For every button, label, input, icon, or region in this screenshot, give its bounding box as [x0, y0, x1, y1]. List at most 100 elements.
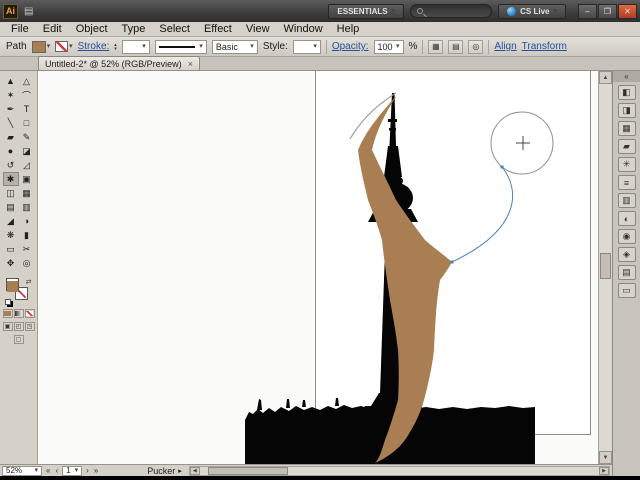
gradient-tool[interactable]: ▥ [19, 200, 35, 214]
fill-swatch[interactable] [5, 278, 19, 292]
close-button[interactable]: ✕ [618, 3, 637, 19]
eraser-tool[interactable]: ◪ [19, 144, 35, 158]
status-popup-icon[interactable]: ▸ [178, 467, 182, 475]
scroll-left-icon[interactable]: ◀ [189, 466, 200, 475]
line-segment-tool[interactable]: ╲ [3, 116, 19, 130]
menu-type[interactable]: Type [115, 23, 153, 35]
scroll-up-icon[interactable]: ▲ [599, 71, 612, 84]
fill-color-control[interactable]: ▾ [31, 40, 50, 53]
opacity-panel-link[interactable]: Opacity: [332, 41, 369, 52]
cs-live-button[interactable]: CS Live ▾ [498, 3, 566, 19]
selection-tool[interactable]: ▲ [3, 74, 19, 88]
hand-tool[interactable]: ✥ [3, 256, 19, 270]
brush-definition-combo[interactable]: Basic ▾ [211, 39, 258, 54]
appearance-panel-icon[interactable]: ◉ [617, 229, 636, 244]
artboards-panel-icon[interactable]: ▭ [617, 283, 636, 298]
stroke-weight-combo[interactable]: ▾ [121, 39, 150, 54]
menu-window[interactable]: Window [277, 23, 330, 35]
draw-inside-button[interactable]: ◳ [24, 322, 35, 331]
swap-fill-stroke-icon[interactable]: ⇄ [26, 278, 32, 286]
document-canvas[interactable] [38, 71, 598, 464]
mesh-tool[interactable]: ▤ [3, 200, 19, 214]
next-artboard-button[interactable]: › [85, 466, 90, 475]
vertical-scroll-thumb[interactable] [600, 253, 611, 279]
zoom-tool[interactable]: ◎ [19, 256, 35, 270]
color-button[interactable] [2, 309, 13, 318]
search-input[interactable] [410, 4, 493, 18]
stroke-panel-link[interactable]: Stroke: [78, 41, 110, 52]
rectangle-tool[interactable]: □ [19, 116, 35, 130]
previous-artboard-button[interactable]: ‹ [54, 466, 59, 475]
menu-help[interactable]: Help [330, 23, 367, 35]
isolate-mode-icon[interactable]: ◎ [468, 39, 484, 54]
zoom-combo[interactable]: 52% ▾ [2, 465, 42, 476]
blend-tool[interactable]: ◑ [19, 214, 35, 228]
direct-selection-tool[interactable]: △ [19, 74, 35, 88]
document-setup-icon[interactable]: ▦ [428, 39, 444, 54]
horizontal-scroll-thumb[interactable] [207, 466, 288, 475]
app-icon[interactable]: Ai [3, 3, 18, 19]
menu-edit[interactable]: Edit [36, 23, 69, 35]
preferences-icon[interactable]: ▤ [448, 39, 464, 54]
vertical-scrollbar[interactable]: ▲ ▼ [598, 71, 612, 464]
scale-tool[interactable]: ◿ [19, 158, 35, 172]
anchor-point[interactable] [450, 260, 454, 264]
opacity-combo[interactable]: 100 ▾ [373, 39, 404, 54]
free-transform-tool[interactable]: ▣ [19, 172, 35, 186]
magic-wand-tool[interactable]: ✶ [3, 88, 19, 102]
swatches-panel-icon[interactable]: ▦ [617, 121, 636, 136]
column-graph-tool[interactable]: ▮ [19, 228, 35, 242]
symbols-panel-icon[interactable]: ✳ [617, 157, 636, 172]
horizontal-scrollbar[interactable]: ◀ ▶ [188, 465, 610, 476]
color-panel-icon[interactable]: ◧ [617, 85, 636, 100]
anchor-point[interactable] [500, 165, 504, 169]
default-fill-stroke-icon[interactable] [4, 299, 11, 305]
graphic-styles-panel-icon[interactable]: ◈ [617, 247, 636, 262]
stroke-panel-icon[interactable]: ≡ [617, 175, 636, 190]
stroke-color-control[interactable]: ▾ [55, 41, 73, 52]
document-tab[interactable]: Untitled-2* @ 52% (RGB/Preview) × [38, 56, 200, 70]
slice-tool[interactable]: ✂ [19, 242, 35, 256]
pucker-tool[interactable]: ✱ [2, 172, 19, 186]
paintbrush-tool[interactable]: ▰ [3, 130, 19, 144]
rotate-tool[interactable]: ↺ [3, 158, 19, 172]
expand-dock-button[interactable]: « [613, 71, 640, 82]
canvas-artwork[interactable] [38, 71, 598, 464]
color-guide-panel-icon[interactable]: ◨ [617, 103, 636, 118]
brushes-panel-icon[interactable]: ▰ [617, 139, 636, 154]
maximize-button[interactable]: ❐ [598, 3, 617, 19]
menu-view[interactable]: View [239, 23, 277, 35]
gradient-button[interactable] [13, 309, 24, 318]
stroke-weight-stepper[interactable]: ▴ ▾ [114, 42, 117, 51]
last-artboard-button[interactable]: » [93, 466, 99, 475]
menu-effect[interactable]: Effect [197, 23, 239, 35]
draw-behind-button[interactable]: ◰ [13, 322, 24, 331]
screen-mode-button[interactable]: ▢ [13, 335, 24, 344]
artboard-number-combo[interactable]: 1 ▾ [62, 465, 83, 476]
menu-file[interactable]: File [4, 23, 36, 35]
shape-builder-tool[interactable]: ◫ [3, 186, 19, 200]
style-combo[interactable]: ▾ [292, 39, 321, 54]
pen-tool[interactable]: ✒ [3, 102, 19, 116]
scroll-down-icon[interactable]: ▼ [599, 451, 612, 464]
menu-object[interactable]: Object [69, 23, 115, 35]
arrange-documents-icon[interactable]: ▤ [24, 6, 33, 17]
menu-select[interactable]: Select [152, 23, 197, 35]
pen-path-preview[interactable] [451, 166, 513, 263]
perspective-grid-tool[interactable]: ▦ [19, 186, 35, 200]
draw-normal-button[interactable]: ▣ [2, 322, 13, 331]
pencil-tool[interactable]: ✎ [19, 130, 35, 144]
layers-panel-icon[interactable]: ▤ [617, 265, 636, 280]
type-tool[interactable]: T [19, 102, 35, 116]
width-profile-combo[interactable]: ▾ [154, 39, 207, 54]
scroll-right-icon[interactable]: ▶ [599, 466, 609, 475]
first-artboard-button[interactable]: « [45, 466, 51, 475]
eyedropper-tool[interactable]: ◢ [3, 214, 19, 228]
gradient-panel-icon[interactable]: ▥ [617, 193, 636, 208]
align-panel-link[interactable]: Align [494, 41, 516, 52]
workspace-switcher[interactable]: ESSENTIALS ▾ [328, 3, 405, 19]
blob-brush-tool[interactable]: ● [3, 144, 19, 158]
artboard-tool[interactable]: ▭ [3, 242, 19, 256]
minimize-button[interactable]: – [578, 3, 597, 19]
symbol-sprayer-tool[interactable]: ❋ [3, 228, 19, 242]
